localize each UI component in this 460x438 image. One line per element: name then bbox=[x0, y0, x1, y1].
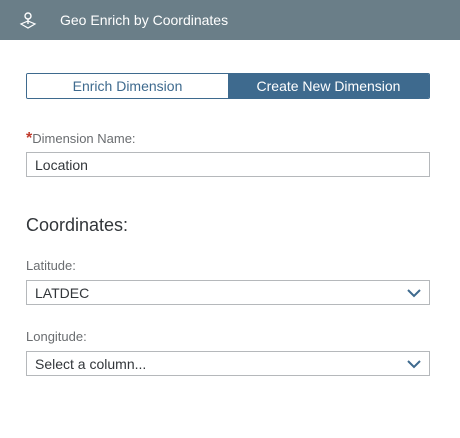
dimension-name-input[interactable]: Location bbox=[26, 152, 430, 177]
location-pin-icon bbox=[18, 10, 38, 30]
longitude-select[interactable]: Select a column... bbox=[26, 351, 430, 376]
latitude-label: Latitude: bbox=[26, 258, 76, 273]
latitude-select[interactable]: LATDEC bbox=[26, 280, 430, 305]
enrich-dimension-button[interactable]: Enrich Dimension bbox=[27, 74, 228, 98]
dimension-name-value: Location bbox=[35, 156, 88, 173]
dimension-name-label: *Dimension Name: bbox=[26, 130, 136, 148]
dimension-mode-toggle: Enrich Dimension Create New Dimension bbox=[26, 73, 430, 99]
dialog-title: Geo Enrich by Coordinates bbox=[60, 12, 229, 28]
longitude-selected-value: Select a column... bbox=[35, 355, 147, 372]
latitude-selected-value: LATDEC bbox=[35, 284, 90, 301]
dialog-header: Geo Enrich by Coordinates bbox=[0, 0, 460, 40]
longitude-label: Longitude: bbox=[26, 329, 87, 344]
coordinates-heading: Coordinates: bbox=[26, 215, 129, 235]
chevron-down-icon bbox=[401, 356, 421, 372]
create-new-dimension-button[interactable]: Create New Dimension bbox=[228, 74, 429, 98]
chevron-down-icon bbox=[401, 285, 421, 301]
dimension-name-label-text: Dimension Name: bbox=[32, 131, 136, 146]
